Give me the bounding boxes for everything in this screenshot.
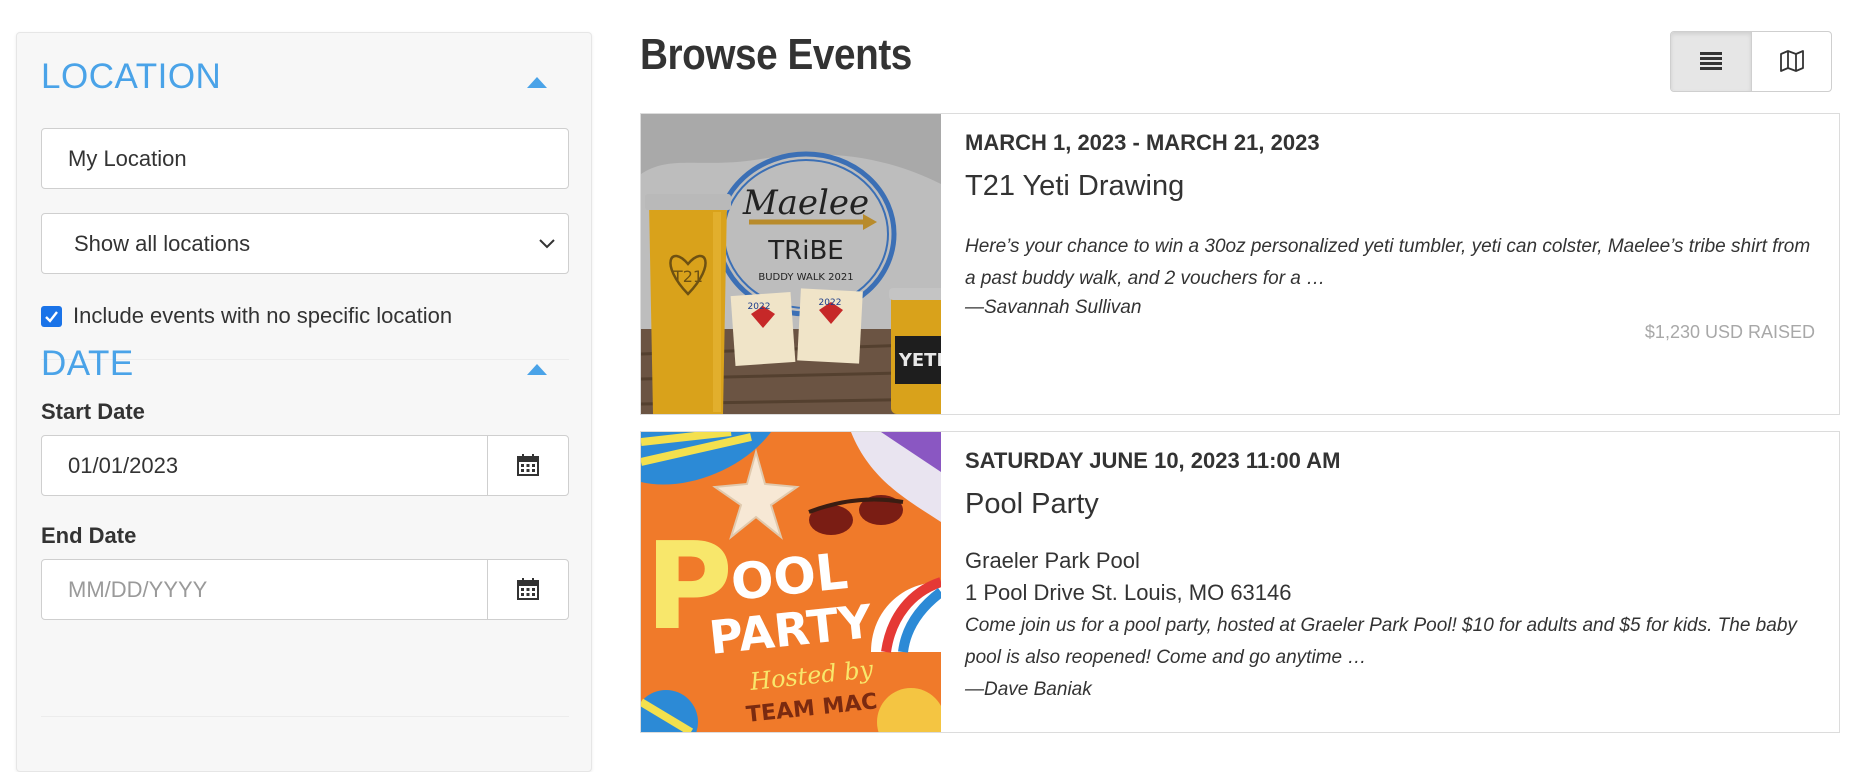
filter-sidebar: LOCATION My Location Show all locations … xyxy=(16,32,592,772)
heart-t21-text: T21 xyxy=(672,267,703,286)
event-description: Here’s your chance to win a 30oz persona… xyxy=(965,236,1811,289)
no-location-checkbox-label: Include events with no specific location xyxy=(73,303,453,328)
start-date-calendar-button[interactable] xyxy=(487,436,568,495)
event-card[interactable]: P OOL PARTY Hosted by TEAM MAC SATURDAY … xyxy=(640,431,1840,733)
yeti-drawing-photo: Maelee TRiBE BUDDY WALK 2021 2022 2022 T… xyxy=(641,114,941,414)
event-body: SATURDAY JUNE 10, 2023 11:00 AM Pool Par… xyxy=(965,432,1815,732)
event-body: MARCH 1, 2023 - MARCH 21, 2023 T21 Yeti … xyxy=(965,114,1815,414)
end-date-calendar-button[interactable] xyxy=(487,560,568,619)
pool-party-flyer: P OOL PARTY Hosted by TEAM MAC xyxy=(641,432,941,732)
map-view-button[interactable] xyxy=(1752,32,1831,91)
tribe-text: TRiBE xyxy=(767,236,843,266)
list-icon xyxy=(1700,52,1722,70)
start-date-field: 01/01/2023 xyxy=(41,435,569,496)
location-input[interactable]: My Location xyxy=(41,128,569,189)
map-icon xyxy=(1780,50,1804,72)
event-description: Come join us for a pool party, hosted at… xyxy=(965,615,1797,668)
section-divider xyxy=(41,716,569,717)
no-location-checkbox[interactable] xyxy=(41,306,62,327)
buddy-walk-text: BUDDY WALK 2021 xyxy=(758,272,853,283)
event-image-yeti[interactable]: Maelee TRiBE BUDDY WALK 2021 2022 2022 T… xyxy=(641,114,941,414)
event-title[interactable]: T21 Yeti Drawing xyxy=(965,170,1184,203)
maelee-text: Maelee xyxy=(742,183,869,223)
ticket-year-text: 2022 xyxy=(819,298,842,308)
start-date-input[interactable]: 01/01/2023 xyxy=(42,436,488,495)
date-section-title: DATE xyxy=(41,344,134,383)
calendar-icon xyxy=(517,454,539,476)
event-author: —Savannah Sullivan xyxy=(965,297,1142,318)
event-date: SATURDAY JUNE 10, 2023 11:00 AM xyxy=(965,448,1341,473)
event-image-pool-party[interactable]: P OOL PARTY Hosted by TEAM MAC xyxy=(641,432,941,732)
date-section-header[interactable]: DATE xyxy=(41,344,567,392)
event-card[interactable]: Maelee TRiBE BUDDY WALK 2021 2022 2022 T… xyxy=(640,113,1840,415)
location-section-header[interactable]: LOCATION xyxy=(41,57,567,105)
page-title: Browse Events xyxy=(640,30,912,79)
ticket-year-text: 2022 xyxy=(748,302,771,312)
collapse-caret-icon[interactable] xyxy=(527,364,547,375)
start-date-label: Start Date xyxy=(41,399,145,424)
event-title[interactable]: Pool Party xyxy=(965,488,1099,521)
location-select-value: Show all locations xyxy=(74,231,251,256)
event-author: —Dave Baniak xyxy=(965,679,1092,700)
location-select[interactable]: Show all locations xyxy=(41,213,569,274)
location-section-title: LOCATION xyxy=(41,57,222,96)
view-toggle xyxy=(1670,31,1832,92)
end-date-label: End Date xyxy=(41,523,137,548)
end-date-input[interactable]: MM/DD/YYYY xyxy=(42,560,488,619)
yeti-can-text: YETI xyxy=(898,350,941,371)
collapse-caret-icon[interactable] xyxy=(527,77,547,88)
list-view-button[interactable] xyxy=(1671,32,1752,91)
end-date-field: MM/DD/YYYY xyxy=(41,559,569,620)
event-raised-amount: $1,230 USD RAISED xyxy=(1644,322,1815,342)
checkmark-icon xyxy=(45,311,58,323)
chevron-down-icon xyxy=(539,239,555,249)
event-address: 1 Pool Drive St. Louis, MO 63146 xyxy=(965,580,1292,605)
event-date: MARCH 1, 2023 - MARCH 21, 2023 xyxy=(965,130,1320,155)
event-venue: Graeler Park Pool xyxy=(965,548,1140,573)
calendar-icon xyxy=(517,578,539,600)
